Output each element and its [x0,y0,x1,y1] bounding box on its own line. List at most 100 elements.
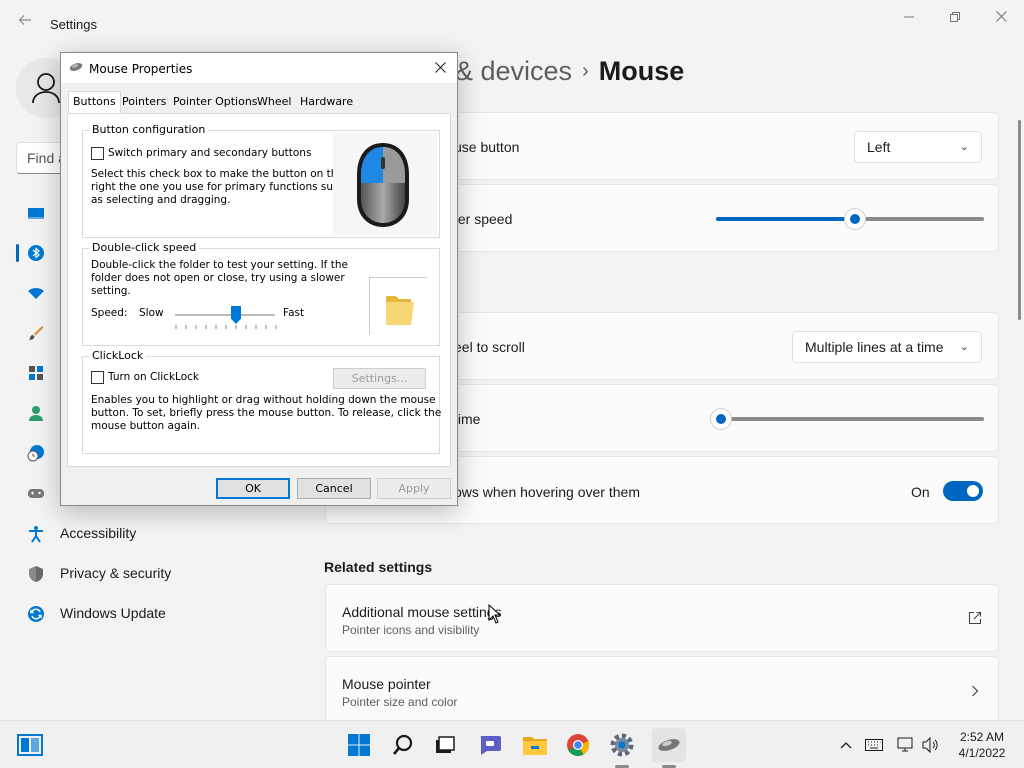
chrome-icon[interactable] [564,731,592,759]
lines-slider[interactable] [711,409,984,429]
dropdown-value: Left [867,139,891,155]
switch-buttons-checkbox[interactable] [91,147,104,160]
wheel-scroll-label: eel to scroll [454,339,525,355]
network-status-icon[interactable] [894,731,918,759]
apply-button[interactable]: Apply [377,478,451,499]
slider-fill [716,217,855,221]
inactive-scroll-label: ows when hovering over them [454,484,640,500]
description-line: setting. [91,285,131,297]
volume-icon[interactable] [919,731,943,759]
gaming-icon[interactable] [26,483,46,503]
inactive-scroll-toggle[interactable] [943,481,983,501]
back-button[interactable] [14,12,36,34]
pointer-speed-slider[interactable] [716,209,984,229]
dialog-close-button[interactable] [429,57,451,79]
sidebar-item-privacy[interactable]: Privacy & security [16,556,306,592]
system-icon[interactable] [26,203,46,223]
slider-thumb[interactable] [231,306,241,324]
description-line: folder does not open or close, try using… [91,272,345,284]
search-icon[interactable] [389,731,417,759]
restore-icon [950,12,960,22]
sidebar-item-accessibility[interactable]: Accessibility [16,516,306,552]
buttons-tab-panel: Button configuration Switch primary and … [67,113,451,467]
scrollbar[interactable] [1018,120,1021,320]
mouse-properties-taskbar-icon[interactable] [652,728,686,762]
file-explorer-icon[interactable] [521,731,549,759]
chevron-up-icon[interactable] [834,731,858,759]
related-item-title: Mouse pointer [342,676,431,692]
wheel-scroll-dropdown[interactable]: Multiple lines at a time ⌄ [792,331,982,363]
slider-ticks [175,325,277,329]
clock-time[interactable]: 2:52 AM [952,730,1012,744]
checkbox-label: Switch primary and secondary buttons [108,147,312,159]
close-button[interactable] [978,6,1024,28]
clicklock-checkbox[interactable] [91,371,104,384]
sidebar-item-label: Accessibility [60,525,137,541]
settings-gear-icon[interactable] [608,731,636,759]
back-arrow-icon [18,15,31,25]
maximize-button[interactable] [932,6,978,28]
keyboard-icon[interactable] [862,731,886,759]
chevron-right-icon [971,684,979,702]
tab-hardware[interactable]: Hardware [296,93,357,113]
double-click-speed-slider[interactable] [175,306,275,324]
description-line: Enables you to highlight or drag without… [91,394,436,406]
accessibility-icon [26,524,46,544]
group-title: Button configuration [89,123,209,136]
related-settings-title: Related settings [324,559,433,575]
chat-icon[interactable] [476,731,504,759]
slider-thumb[interactable] [711,409,731,429]
widgets-icon[interactable] [16,731,44,759]
sidebar-item-label: Windows Update [60,605,166,621]
apps-icon[interactable] [26,363,46,383]
time-language-icon[interactable] [26,443,46,463]
minimize-button[interactable] [886,6,932,28]
toggle-knob [967,485,979,497]
primary-button-dropdown[interactable]: Left ⌄ [854,131,982,163]
network-icon[interactable] [26,283,46,303]
primary-button-label: use button [454,139,520,155]
ok-button[interactable]: OK [216,478,290,499]
dropdown-value: Multiple lines at a time [805,339,944,355]
update-icon [26,604,46,624]
task-view-icon[interactable] [431,731,459,759]
breadcrumb-parent[interactable]: & devices [455,56,572,86]
mouse-properties-dialog: Mouse Properties Buttons Pointers Pointe… [60,52,458,506]
clicklock-settings-button[interactable]: Settings... [333,368,426,389]
sidebar-item-windows-update[interactable]: Windows Update [16,596,306,632]
personalization-icon[interactable] [26,323,46,343]
checkbox-label: Turn on ClickLock [108,371,199,383]
accounts-icon[interactable] [26,403,46,423]
start-icon[interactable] [345,731,373,759]
dialog-title: Mouse Properties [89,62,193,76]
tab-buttons[interactable]: Buttons [68,91,121,113]
tab-wheel[interactable]: Wheel [253,93,295,113]
tab-pointer-options[interactable]: Pointer Options [169,93,262,113]
bluetooth-icon[interactable] [26,243,46,263]
folder-icon [386,296,414,325]
additional-mouse-settings-link[interactable]: Additional mouse settings Pointer icons … [325,584,999,652]
description-line: Select this check box to make the button… [91,168,344,180]
description-line: mouse button again. [91,420,200,432]
description-line: Double-click the folder to test your set… [91,259,348,271]
description-line: button. To set, briefly press the mouse … [91,407,442,419]
description-line: as selecting and dragging. [91,194,231,206]
mouse-icon [69,62,83,75]
slider-thumb[interactable] [845,209,865,229]
mouse-pointer-link[interactable]: Mouse pointer Pointer size and color [325,656,999,724]
cancel-button[interactable]: Cancel [297,478,371,499]
mouse-illustration [333,133,437,235]
shield-icon [26,564,46,584]
page-title: Mouse [598,56,685,86]
chevron-down-icon: ⌄ [959,141,969,153]
tab-pointers[interactable]: Pointers [118,93,170,113]
test-folder[interactable] [369,277,427,335]
pointer-speed-label: ter speed [454,211,513,227]
toggle-state-label: On [911,484,930,500]
external-link-icon [968,611,982,630]
close-icon [995,11,1007,22]
taskbar: 2:52 AM 4/1/2022 [0,720,1024,768]
clock-date[interactable]: 4/1/2022 [952,746,1012,760]
chevron-down-icon: ⌄ [959,341,969,353]
description-line: right the one you use for primary functi… [91,181,346,193]
